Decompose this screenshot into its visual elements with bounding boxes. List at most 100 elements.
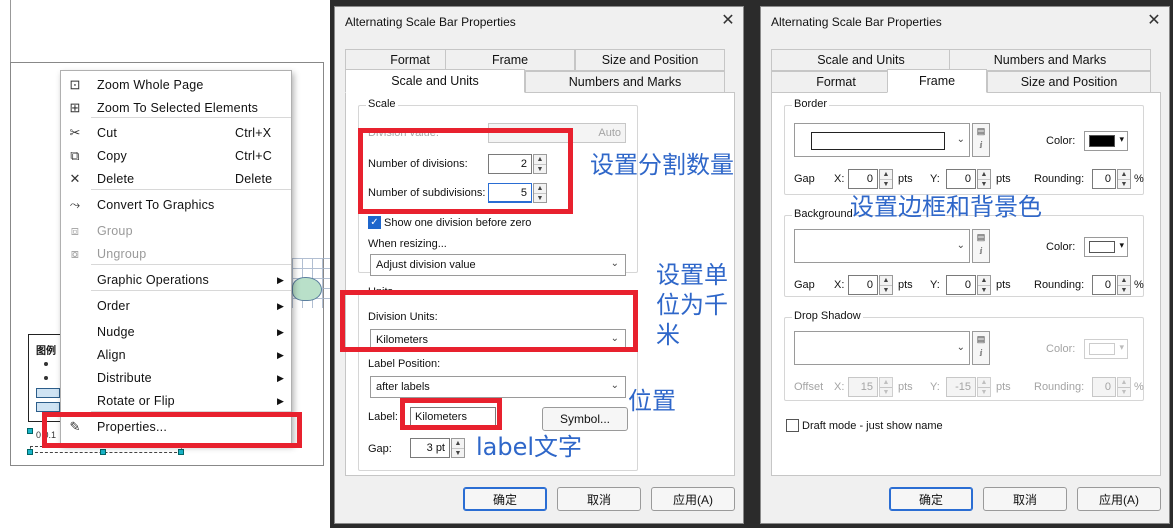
background-gap-y-field[interactable]: 0	[946, 275, 976, 295]
pts-label: pts	[898, 381, 913, 393]
background-properties-icon[interactable]: ▤ ⅈ	[972, 229, 990, 263]
cancel-button[interactable]: 取消	[557, 487, 641, 511]
chevron-right-icon: ▶	[277, 372, 285, 383]
label-label: Label:	[368, 411, 398, 423]
when-resizing-select[interactable]: Adjust division value ⌄	[370, 254, 626, 276]
background-gap-y-label: Y:	[930, 279, 940, 291]
background-rounding-spinner[interactable]: ▲ ▼	[1117, 275, 1131, 295]
tab-frame[interactable]: Frame	[887, 69, 987, 93]
annotation-frame: 设置边框和背景色	[850, 193, 1042, 221]
delete-icon: ✕	[69, 171, 81, 186]
menu-item-ungroup[interactable]: ⧇ Ungroup	[61, 243, 291, 265]
tab-numbers-marks[interactable]: Numbers and Marks	[949, 49, 1151, 71]
menu-item-cut[interactable]: ✂ Cut Ctrl+X	[61, 122, 291, 144]
tab-frame[interactable]: Frame	[445, 49, 575, 71]
menu-item-label: Ungroup	[97, 247, 147, 261]
border-gap-y-label: Y:	[930, 173, 940, 185]
background-gap-x-field[interactable]: 0	[848, 275, 878, 295]
ungroup-icon: ⧇	[70, 246, 80, 261]
menu-item-align[interactable]: Align ▶	[61, 344, 291, 366]
selection-handle[interactable]	[27, 428, 33, 434]
ok-button[interactable]: 确定	[463, 487, 547, 511]
cancel-button[interactable]: 取消	[983, 487, 1067, 511]
tab-numbers-marks[interactable]: Numbers and Marks	[525, 71, 725, 93]
symbol-button[interactable]: Symbol...	[542, 407, 628, 431]
menu-item-label: Copy	[97, 149, 127, 163]
shadow-group-title: Drop Shadow	[792, 310, 863, 322]
border-gap-y-field[interactable]: 0	[946, 169, 976, 189]
show-one-division-checkbox[interactable]: ✓	[368, 216, 381, 229]
menu-item-zoom-whole-page[interactable]: ⊡ Zoom Whole Page	[61, 74, 291, 96]
border-gap-x-field[interactable]: 0	[848, 169, 878, 189]
tab-scale-units[interactable]: Scale and Units	[771, 49, 951, 71]
close-icon[interactable]: ✕	[1143, 11, 1165, 31]
gap-spinner[interactable]: ▲ ▼	[451, 438, 465, 458]
shadow-x-label: X:	[834, 381, 845, 393]
menu-item-nudge[interactable]: Nudge ▶	[61, 321, 291, 343]
map-edge	[10, 0, 11, 62]
background-gap-y-spinner[interactable]: ▲ ▼	[977, 275, 991, 295]
tab-scale-units[interactable]: Scale and Units	[345, 69, 525, 93]
tab-size-position[interactable]: Size and Position	[987, 71, 1151, 93]
menu-item-graphic-operations[interactable]: Graphic Operations ▶	[61, 269, 291, 291]
border-gap-y-spinner[interactable]: ▲ ▼	[977, 169, 991, 189]
shadow-y-field[interactable]: -15	[946, 377, 976, 397]
selection-handle[interactable]	[178, 449, 184, 455]
layout-view[interactable]: 图例 0 0.1 ⊡ Zoom Whole Page ⊞ Zoom To Select…	[0, 0, 330, 528]
shadow-color-picker[interactable]: ▾	[1084, 339, 1128, 359]
border-rounding-field[interactable]: 0	[1092, 169, 1116, 189]
chevron-down-icon: ⌄	[956, 240, 965, 251]
shadow-y-spinner[interactable]: ▲ ▼	[977, 377, 991, 397]
border-color-label: Color:	[1046, 135, 1076, 147]
menu-item-rotate-or-flip[interactable]: Rotate or Flip ▶	[61, 390, 291, 412]
menu-item-zoom-to-selected-elements[interactable]: ⊞ Zoom To Selected Elements	[61, 97, 291, 119]
highlight-box	[400, 398, 502, 430]
border-symbol-selector[interactable]: ⌄	[794, 123, 970, 157]
menu-item-distribute[interactable]: Distribute ▶	[61, 367, 291, 389]
shadow-rounding-label: Rounding:	[1034, 381, 1085, 393]
pts-label: pts	[996, 381, 1011, 393]
selection-handle[interactable]	[100, 449, 106, 455]
shadow-x-spinner[interactable]: ▲ ▼	[879, 377, 893, 397]
shadow-rounding-field[interactable]: 0	[1092, 377, 1116, 397]
border-color-picker[interactable]: ▾	[1084, 131, 1128, 151]
border-properties-icon[interactable]: ▤ ⅈ	[972, 123, 990, 157]
shadow-x-field[interactable]: 15	[848, 377, 878, 397]
close-icon[interactable]: ✕	[717, 11, 739, 31]
shadow-symbol-selector[interactable]: ⌄	[794, 331, 970, 365]
background-color-label: Color:	[1046, 241, 1076, 253]
tab-size-position[interactable]: Size and Position	[575, 49, 725, 71]
border-rounding-spinner[interactable]: ▲ ▼	[1117, 169, 1131, 189]
selection-handle[interactable]	[27, 449, 33, 455]
annotation-label-text: label文字	[476, 433, 583, 461]
ok-button[interactable]: 确定	[889, 487, 973, 511]
dialog-title: Alternating Scale Bar Properties	[771, 15, 942, 29]
label-position-select[interactable]: after labels ⌄	[370, 376, 626, 398]
chevron-down-icon: ⌄	[956, 342, 965, 353]
menu-item-group[interactable]: ⧈ Group	[61, 220, 291, 242]
background-gap-x-spinner[interactable]: ▲ ▼	[879, 275, 893, 295]
background-symbol-selector[interactable]: ⌄	[794, 229, 970, 263]
background-rounding-field[interactable]: 0	[1092, 275, 1116, 295]
apply-button[interactable]: 应用(A)	[651, 487, 735, 511]
border-gap-x-spinner[interactable]: ▲ ▼	[879, 169, 893, 189]
menu-item-delete[interactable]: ✕ Delete Delete	[61, 168, 291, 190]
draft-mode-checkbox[interactable]	[786, 419, 799, 432]
zoom-whole-page-icon: ⊡	[69, 77, 81, 92]
shadow-rounding-spinner[interactable]: ▲ ▼	[1117, 377, 1131, 397]
pts-label: pts	[996, 279, 1011, 291]
background-color-swatch	[1089, 241, 1115, 253]
apply-button[interactable]: 应用(A)	[1077, 487, 1161, 511]
gap-field[interactable]: 3 pt	[410, 438, 450, 458]
background-color-picker[interactable]: ▾	[1084, 237, 1128, 257]
pts-label: pts	[996, 173, 1011, 185]
menu-item-copy[interactable]: ⧉ Copy Ctrl+C	[61, 145, 291, 167]
legend-polygon-icon	[36, 388, 60, 398]
shadow-properties-icon[interactable]: ▤ ⅈ	[972, 331, 990, 365]
menu-item-order[interactable]: Order ▶	[61, 295, 291, 317]
menu-item-label: Nudge	[97, 325, 135, 339]
when-resizing-value: Adjust division value	[376, 259, 476, 271]
chevron-right-icon: ▶	[277, 274, 285, 285]
tab-format[interactable]: Format	[771, 71, 901, 93]
menu-item-convert-to-graphics[interactable]: ⤳ Convert To Graphics	[61, 194, 291, 216]
